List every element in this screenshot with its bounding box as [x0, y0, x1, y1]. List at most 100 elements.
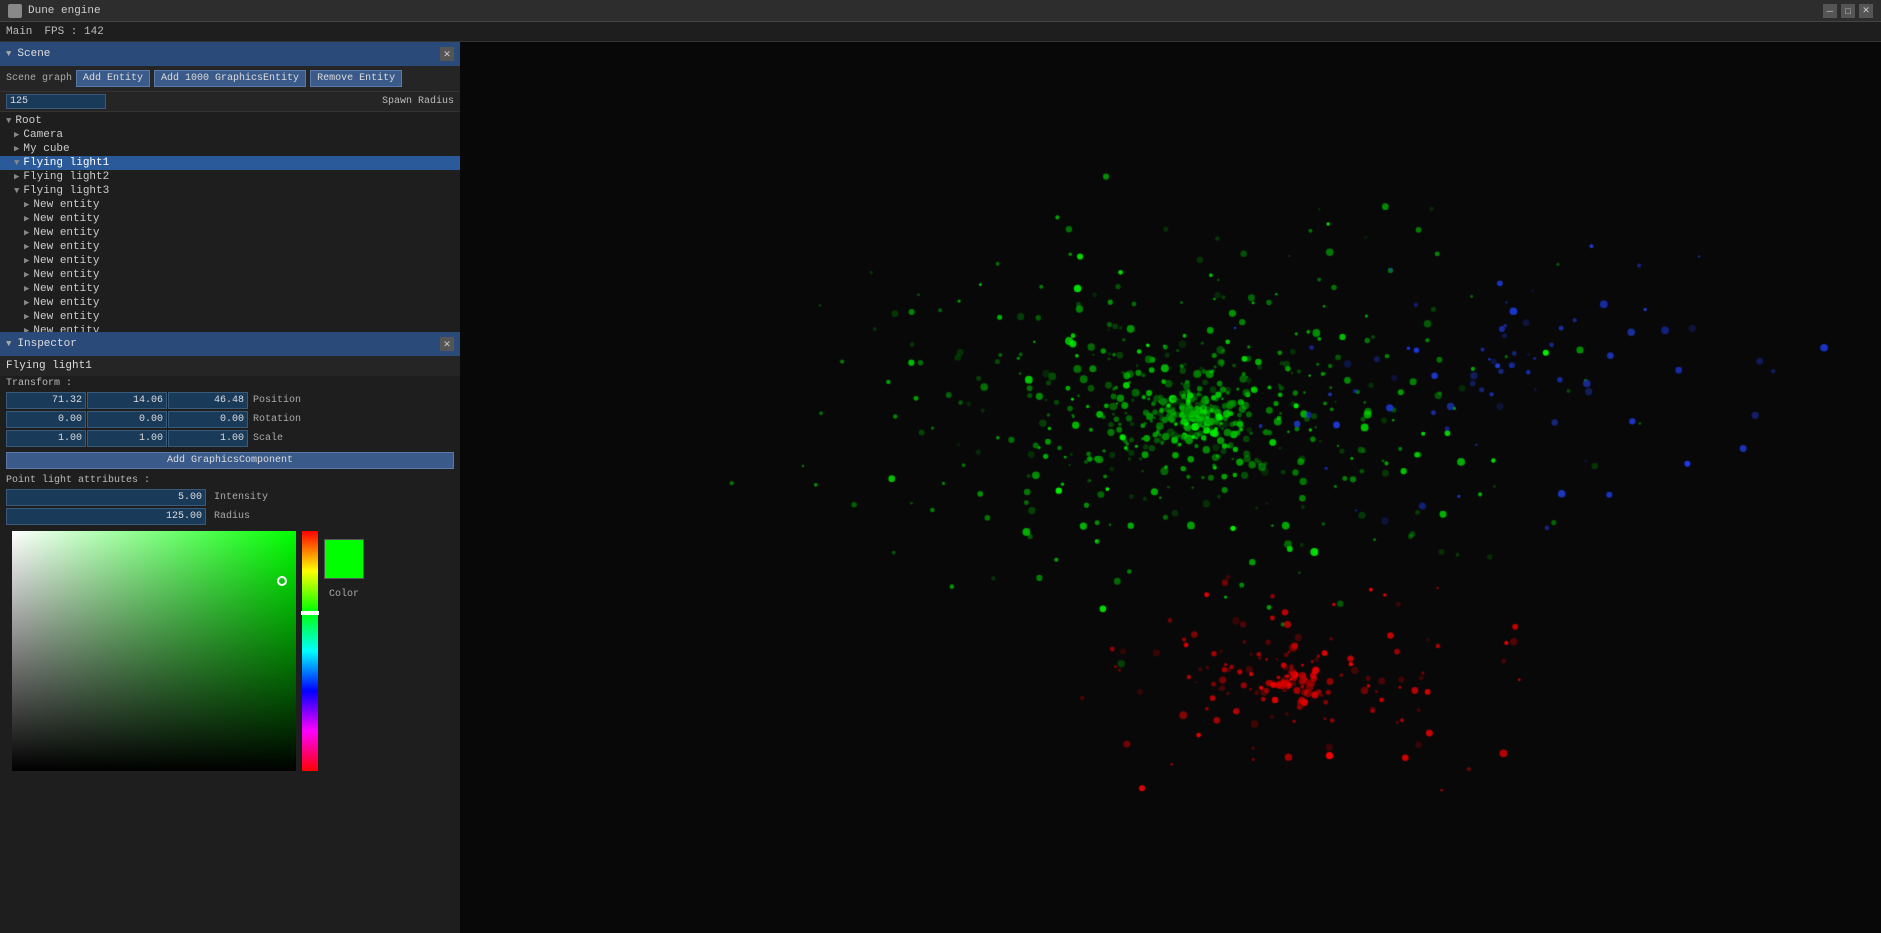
ne3-label: New entity	[33, 227, 99, 239]
tree-item-camera[interactable]: ▶ Camera	[0, 128, 460, 142]
ne1-arrow-icon: ▶	[24, 200, 29, 210]
scene-triangle-icon: ▼	[6, 49, 11, 59]
flying2-label: Flying light2	[23, 171, 109, 183]
remove-entity-button[interactable]: Remove Entity	[310, 70, 402, 87]
spawn-radius-label: Spawn Radius	[382, 96, 454, 107]
rot-z-input[interactable]	[168, 411, 248, 428]
gradient-brightness	[12, 531, 296, 771]
radius-row: Radius	[0, 507, 460, 526]
intensity-label: Intensity	[214, 492, 268, 503]
ne5-label: New entity	[33, 255, 99, 267]
tree-item-ne6[interactable]: ▶ New entity	[0, 268, 460, 282]
tree-item-ne1[interactable]: ▶ New entity	[0, 198, 460, 212]
maximize-button[interactable]: □	[1841, 4, 1855, 18]
color-row: Color	[0, 526, 460, 776]
scene-close-button[interactable]: ✕	[440, 47, 454, 61]
ne10-label: New entity	[33, 325, 99, 332]
add-1000-button[interactable]: Add 1000 GraphicsEntity	[154, 70, 306, 87]
position-row: Position	[0, 391, 460, 410]
tree-item-ne5[interactable]: ▶ New entity	[0, 254, 460, 268]
main-layout: ▼ Scene ✕ Scene graph Add Entity Add 100…	[0, 42, 1881, 933]
app-icon	[8, 4, 22, 18]
rot-y-input[interactable]	[87, 411, 167, 428]
radius-label: Radius	[214, 511, 250, 522]
inspector-header-left: ▼ Inspector	[6, 338, 77, 350]
root-arrow-icon: ▼	[6, 116, 11, 126]
ne8-arrow-icon: ▶	[24, 298, 29, 308]
scale-z-input[interactable]	[168, 430, 248, 447]
title-text: Dune engine	[28, 5, 1823, 17]
flying3-label: Flying light3	[23, 185, 109, 197]
inspector-panel-header: ▼ Inspector ✕	[0, 332, 460, 356]
tree-item-ne3[interactable]: ▶ New entity	[0, 226, 460, 240]
menu-main[interactable]: Main	[6, 26, 32, 38]
root-label: Root	[15, 115, 41, 127]
radius-input[interactable]	[6, 508, 206, 525]
pos-x-input[interactable]	[6, 392, 86, 409]
ne6-arrow-icon: ▶	[24, 270, 29, 280]
scene-tree: ▼ Root ▶ Camera ▶ My cube ▼ Flying light…	[0, 112, 460, 332]
inspector-close-button[interactable]: ✕	[440, 337, 454, 351]
tree-item-flying2[interactable]: ▶ Flying light2	[0, 170, 460, 184]
viewport	[460, 42, 1881, 933]
tree-item-ne8[interactable]: ▶ New entity	[0, 296, 460, 310]
pos-y-input[interactable]	[87, 392, 167, 409]
spawn-radius-input[interactable]	[6, 94, 106, 109]
flying1-arrow-icon: ▼	[14, 158, 19, 168]
tree-item-flying3[interactable]: ▼ Flying light3	[0, 184, 460, 198]
scale-x-input[interactable]	[6, 430, 86, 447]
scene-header-left: ▼ Scene	[6, 48, 50, 60]
scene-panel-title: Scene	[17, 48, 50, 60]
add-entity-button[interactable]: Add Entity	[76, 70, 150, 87]
menu-bar: Main FPS : 142	[0, 22, 1881, 42]
flying2-arrow-icon: ▶	[14, 172, 19, 182]
intensity-input[interactable]	[6, 489, 206, 506]
entity-name: Flying light1	[0, 356, 460, 376]
ne9-arrow-icon: ▶	[24, 312, 29, 322]
inspector-triangle-icon: ▼	[6, 339, 11, 349]
close-button[interactable]: ✕	[1859, 4, 1873, 18]
ne2-arrow-icon: ▶	[24, 214, 29, 224]
tree-item-ne10[interactable]: ▶ New entity	[0, 324, 460, 332]
ne9-label: New entity	[33, 311, 99, 323]
ne1-label: New entity	[33, 199, 99, 211]
particles-canvas	[460, 42, 1881, 933]
rot-x-input[interactable]	[6, 411, 86, 428]
fps-counter: FPS : 142	[44, 26, 103, 38]
scale-label: Scale	[249, 430, 454, 447]
tree-item-flying1[interactable]: ▼ Flying light1	[0, 156, 460, 170]
camera-label: Camera	[23, 129, 63, 141]
scale-y-input[interactable]	[87, 430, 167, 447]
color-picker[interactable]: Color	[6, 527, 370, 775]
add-component-button[interactable]: Add GraphicsComponent	[6, 452, 454, 469]
scene-graph-label: Scene graph	[6, 73, 72, 84]
hue-bar[interactable]	[302, 531, 318, 771]
ne4-arrow-icon: ▶	[24, 242, 29, 252]
mycube-arrow-icon: ▶	[14, 144, 19, 154]
flying1-label: Flying light1	[23, 157, 109, 169]
tree-item-ne2[interactable]: ▶ New entity	[0, 212, 460, 226]
ne7-arrow-icon: ▶	[24, 284, 29, 294]
spawn-radius-row: Spawn Radius	[0, 92, 460, 112]
ne8-label: New entity	[33, 297, 99, 309]
color-swatch[interactable]	[324, 539, 364, 579]
ne7-label: New entity	[33, 283, 99, 295]
position-label: Position	[249, 392, 454, 409]
left-panel: ▼ Scene ✕ Scene graph Add Entity Add 100…	[0, 42, 460, 933]
tree-item-mycube[interactable]: ▶ My cube	[0, 142, 460, 156]
ne2-label: New entity	[33, 213, 99, 225]
gradient-box[interactable]	[12, 531, 296, 771]
inspector-panel-title: Inspector	[17, 338, 76, 350]
title-bar: Dune engine ─ □ ✕	[0, 0, 1881, 22]
minimize-button[interactable]: ─	[1823, 4, 1837, 18]
tree-item-ne7[interactable]: ▶ New entity	[0, 282, 460, 296]
scene-panel: ▼ Scene ✕ Scene graph Add Entity Add 100…	[0, 42, 460, 332]
hue-cursor-icon	[301, 611, 319, 615]
ne5-arrow-icon: ▶	[24, 256, 29, 266]
color-label: Color	[329, 589, 359, 600]
tree-item-ne9[interactable]: ▶ New entity	[0, 310, 460, 324]
tree-item-ne4[interactable]: ▶ New entity	[0, 240, 460, 254]
ne4-label: New entity	[33, 241, 99, 253]
tree-item-root[interactable]: ▼ Root	[0, 114, 460, 128]
pos-z-input[interactable]	[168, 392, 248, 409]
